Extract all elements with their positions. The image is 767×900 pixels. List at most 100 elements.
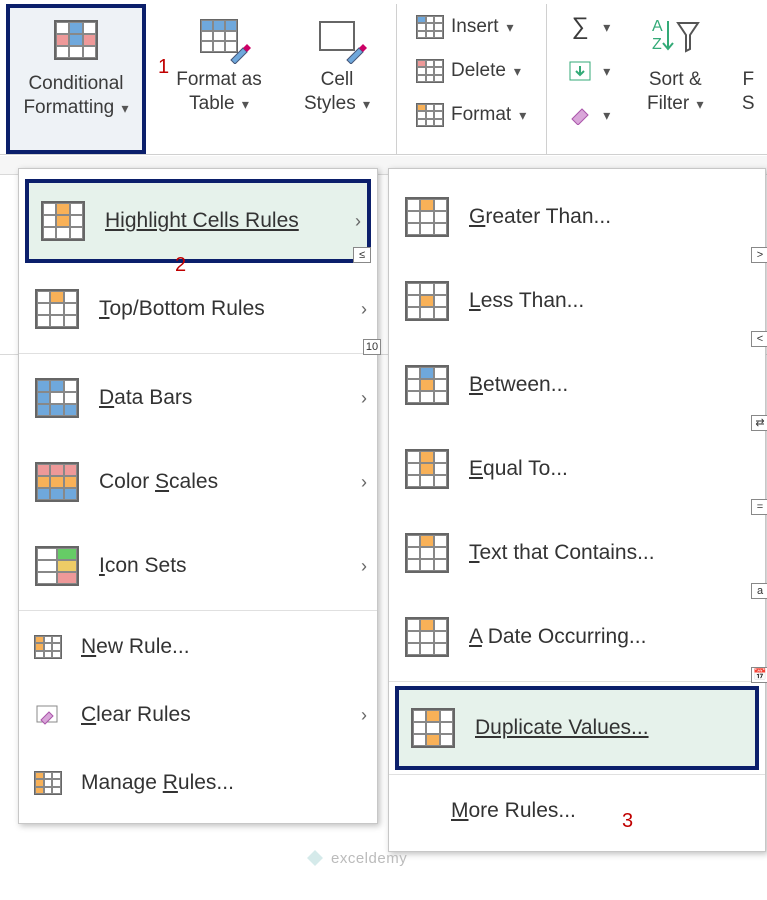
chevron-down-icon: ▾ (696, 96, 703, 112)
sort-filter-icon: AZ (647, 10, 703, 62)
menu-label: Equal To...Equal To... (469, 457, 755, 481)
ribbon-group-cells: Insert ▾ Delete ▾ Format ▾ (397, 4, 547, 154)
menu-greater-than[interactable]: > Greater Than...Greater Than... (389, 175, 765, 259)
menu-manage-rules[interactable]: Manage Rules...Manage Rules... (19, 749, 377, 817)
less-than-icon: < (403, 279, 451, 323)
chevron-down-icon: ▾ (519, 107, 526, 124)
delete-label: Delete (451, 60, 506, 82)
chevron-right-icon: › (361, 556, 367, 577)
format-as-table-label: Format as Table (176, 69, 262, 114)
menu-label: Duplicate Values... (475, 716, 749, 740)
format-button[interactable]: Format ▾ (409, 98, 532, 132)
eraser-icon (565, 102, 595, 128)
chevron-right-icon: › (361, 299, 367, 320)
chevron-right-icon: › (361, 388, 367, 409)
text-contains-icon: a (403, 531, 451, 575)
menu-label: Text that Contains...Text that Contains.… (469, 541, 755, 565)
chevron-down-icon: ▾ (242, 96, 249, 112)
conditional-formatting-icon (48, 14, 104, 66)
format-as-table-icon (191, 10, 247, 62)
highlight-cells-submenu: > Greater Than...Greater Than... < Less … (388, 168, 766, 852)
highlight-cells-icon: ≤ (39, 199, 87, 243)
clear-button[interactable]: ▾ (559, 98, 616, 132)
menu-label: Highlight Cells Rules (105, 209, 337, 233)
menu-label: Greater Than...Greater Than... (469, 205, 755, 229)
new-rule-icon (33, 625, 63, 669)
clear-rules-icon (33, 693, 63, 737)
menu-new-rule[interactable]: New Rule...New Rule... (19, 613, 377, 681)
cell-styles-label: Cell Styles (304, 69, 356, 114)
delete-button[interactable]: Delete ▾ (409, 54, 532, 88)
menu-data-bars[interactable]: Data BarsData Bars › (19, 356, 377, 440)
manage-rules-icon (33, 761, 63, 805)
cell-styles-button[interactable]: Cell Styles ▾ (292, 4, 382, 154)
fill-button[interactable]: ▾ (559, 54, 616, 88)
format-label: Format (451, 104, 511, 126)
watermark: exceldemy (305, 848, 407, 868)
ribbon: Conditional Formatting ▾ Format as Table… (0, 0, 767, 155)
chevron-down-icon: ▾ (122, 100, 129, 116)
annotation-2: 2 (175, 254, 186, 277)
conditional-formatting-menu: ≤ Highlight Cells Rules › 10 TTop/Bottom… (18, 168, 378, 824)
greater-than-icon: > (403, 195, 451, 239)
menu-label: Manage Rules...Manage Rules... (81, 771, 367, 795)
menu-more-rules[interactable]: More Rules...More Rules... (389, 777, 765, 845)
chevron-down-icon: ▾ (507, 19, 514, 36)
insert-icon (415, 14, 445, 40)
svg-text:Z: Z (652, 36, 662, 53)
conditional-formatting-button[interactable]: Conditional Formatting ▾ (6, 4, 146, 154)
menu-highlight-cells-rules[interactable]: ≤ Highlight Cells Rules › (25, 179, 371, 263)
svg-text:A: A (652, 18, 663, 35)
find-icon (734, 10, 762, 62)
menu-duplicate-values[interactable]: Duplicate Values... (395, 686, 759, 770)
menu-clear-rules[interactable]: Clear RulesClear Rules › (19, 681, 377, 749)
find-select-button[interactable]: FS (734, 4, 762, 154)
spacer (403, 789, 433, 833)
chevron-down-icon: ▾ (603, 63, 610, 80)
menu-between[interactable]: ⇄ Between...Between... (389, 343, 765, 427)
chevron-down-icon: ▾ (603, 19, 610, 36)
autosum-button[interactable]: ∑▾ (559, 10, 616, 44)
between-icon: ⇄ (403, 363, 451, 407)
menu-label: Data BarsData Bars (99, 386, 343, 410)
insert-label: Insert (451, 16, 499, 38)
chevron-down-icon: ▾ (514, 63, 521, 80)
chevron-down-icon: ▾ (603, 107, 610, 124)
menu-text-contains[interactable]: a Text that Contains...Text that Contain… (389, 511, 765, 595)
sigma-icon: ∑ (565, 14, 595, 40)
menu-label: Less Than...Less Than... (469, 289, 755, 313)
format-icon (415, 102, 445, 128)
cell-styles-icon (309, 10, 365, 62)
menu-date-occurring[interactable]: 📅 A Date Occurring...A Date Occurring... (389, 595, 765, 679)
ribbon-group-editing: ∑▾ ▾ ▾ AZ Sort & Filter ▾ FS (547, 4, 762, 154)
conditional-formatting-label: Conditional Formatting (23, 73, 123, 118)
ribbon-group-styles: Conditional Formatting ▾ Format as Table… (6, 4, 397, 154)
menu-label: A Date Occurring...A Date Occurring... (469, 625, 755, 649)
insert-button[interactable]: Insert ▾ (409, 10, 532, 44)
menu-label: TTop/Bottom Rulesop/Bottom Rules (99, 297, 343, 321)
menu-top-bottom-rules[interactable]: 10 TTop/Bottom Rulesop/Bottom Rules › (19, 267, 377, 351)
menu-icon-sets[interactable]: Icon SetsIcon Sets › (19, 524, 377, 608)
data-bars-icon (33, 376, 81, 420)
menu-color-scales[interactable]: Color ScalesColor Scales › (19, 440, 377, 524)
color-scales-icon (33, 460, 81, 504)
menu-less-than[interactable]: < Less Than...Less Than... (389, 259, 765, 343)
chevron-down-icon: ▾ (363, 96, 370, 112)
annotation-1: 1 (158, 56, 169, 79)
delete-icon (415, 58, 445, 84)
icon-sets-icon (33, 544, 81, 588)
menu-label: New Rule...New Rule... (81, 635, 367, 659)
top-bottom-icon: 10 (33, 287, 81, 331)
sort-filter-button[interactable]: AZ Sort & Filter ▾ (634, 4, 716, 154)
format-as-table-button[interactable]: Format as Table ▾ (164, 4, 274, 154)
menu-equal-to[interactable]: = Equal To...Equal To... (389, 427, 765, 511)
duplicate-values-icon (409, 706, 457, 750)
fill-down-icon (565, 58, 595, 84)
chevron-right-icon: › (361, 472, 367, 493)
equal-to-icon: = (403, 447, 451, 491)
annotation-3: 3 (622, 810, 633, 833)
sort-filter-label: Sort & Filter (647, 69, 702, 114)
chevron-right-icon: › (361, 705, 367, 726)
menu-label: Icon SetsIcon Sets (99, 554, 343, 578)
chevron-right-icon: › (355, 211, 361, 232)
